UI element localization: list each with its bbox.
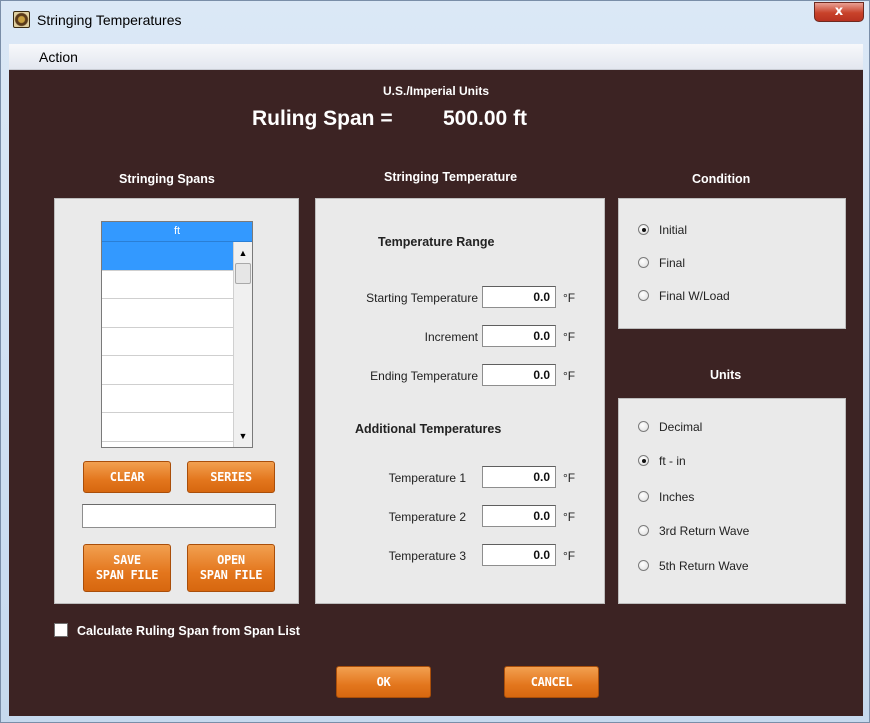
additional-temperatures-title: Additional Temperatures — [355, 422, 502, 436]
stringing-spans-title: Stringing Spans — [119, 172, 215, 186]
temperature-range-title: Temperature Range — [378, 235, 495, 249]
condition-panel: Initial Final Final W/Load — [618, 198, 846, 329]
stringing-temperatures-window: Stringing Temperatures x Action U.S./Imp… — [0, 0, 870, 723]
open-span-file-label-line2: SPAN FILE — [199, 568, 263, 582]
temperature-3-field[interactable]: 0.0 — [482, 544, 556, 566]
condition-title: Condition — [692, 172, 751, 186]
increment-unit: °F — [563, 330, 576, 344]
units-5th-return-wave-label[interactable]: 5th Return Wave — [659, 559, 749, 573]
temperature-1-unit: °F — [563, 471, 576, 485]
condition-final-label[interactable]: Final — [659, 256, 685, 270]
save-span-file-label-line2: SPAN FILE — [95, 568, 159, 582]
units-3rd-return-wave-label[interactable]: 3rd Return Wave — [659, 524, 749, 538]
list-item[interactable] — [102, 413, 233, 442]
temperature-3-label: Temperature 3 — [388, 549, 466, 563]
close-button[interactable]: x — [814, 2, 864, 22]
units-panel: Decimal ft - in Inches 3rd Return Wave 5… — [618, 398, 846, 604]
ending-temperature-field[interactable]: 0.0 — [482, 364, 556, 386]
temperature-1-label: Temperature 1 — [388, 471, 466, 485]
units-ft-in-label[interactable]: ft - in — [659, 454, 686, 468]
list-item[interactable] — [102, 270, 233, 299]
save-span-file-button[interactable]: SAVE SPAN FILE — [83, 544, 171, 592]
temperature-3-unit: °F — [563, 549, 576, 563]
stringing-temperature-panel: Temperature Range Starting Temperature 0… — [315, 198, 605, 604]
condition-final-radio[interactable] — [638, 257, 649, 268]
units-3rd-return-wave-radio[interactable] — [638, 525, 649, 536]
menu-action[interactable]: Action — [39, 49, 78, 65]
calculate-ruling-span-label[interactable]: Calculate Ruling Span from Span List — [77, 624, 300, 638]
stringing-spans-panel: ft ▲ ▼ CLEAR SERIES SAVE SPAN FILE OPEN … — [54, 198, 299, 604]
units-title: Units — [710, 368, 742, 382]
clear-button[interactable]: CLEAR — [83, 461, 171, 493]
scroll-thumb[interactable] — [235, 263, 251, 284]
cancel-button[interactable]: CANCEL — [504, 666, 599, 698]
list-item[interactable] — [102, 384, 233, 413]
units-5th-return-wave-radio[interactable] — [638, 560, 649, 571]
stringing-temperature-title: Stringing Temperature — [384, 170, 518, 184]
calculate-ruling-span-checkbox[interactable] — [54, 623, 68, 637]
temperature-1-field[interactable]: 0.0 — [482, 466, 556, 488]
increment-field[interactable]: 0.0 — [482, 325, 556, 347]
starting-temperature-label: Starting Temperature — [366, 291, 478, 305]
open-span-file-button[interactable]: OPEN SPAN FILE — [187, 544, 275, 592]
dialog-body: Action U.S./Imperial Units Ruling Span =… — [9, 44, 863, 716]
units-inches-radio[interactable] — [638, 491, 649, 502]
menu-bar: Action — [9, 44, 863, 70]
ending-temperature-unit: °F — [563, 369, 576, 383]
temperature-2-field[interactable]: 0.0 — [482, 505, 556, 527]
units-ft-in-radio[interactable] — [638, 455, 649, 466]
condition-initial-radio[interactable] — [638, 224, 649, 235]
temperature-2-unit: °F — [563, 510, 576, 524]
span-entry-input[interactable] — [82, 504, 276, 528]
arrow-down-icon[interactable]: ▼ — [234, 427, 252, 445]
span-list[interactable]: ft ▲ ▼ — [101, 221, 253, 448]
window-title: Stringing Temperatures — [37, 12, 182, 28]
condition-final-wload-label[interactable]: Final W/Load — [659, 289, 730, 303]
units-decimal-label[interactable]: Decimal — [659, 420, 702, 434]
ok-button[interactable]: OK — [336, 666, 431, 698]
starting-temperature-field[interactable]: 0.0 — [482, 286, 556, 308]
arrow-up-icon[interactable]: ▲ — [234, 244, 252, 262]
open-span-file-label-line1: OPEN — [217, 553, 245, 567]
series-button[interactable]: SERIES — [187, 461, 275, 493]
title-bar[interactable]: Stringing Temperatures x — [1, 1, 869, 37]
list-item[interactable] — [102, 299, 233, 328]
list-item[interactable] — [102, 327, 233, 356]
units-system-label: U.S./Imperial Units — [382, 84, 490, 98]
units-decimal-radio[interactable] — [638, 421, 649, 432]
ending-temperature-label: Ending Temperature — [370, 369, 478, 383]
ruling-span-label: Ruling Span = — [252, 107, 393, 130]
span-list-scrollbar[interactable]: ▲ ▼ — [233, 242, 252, 447]
ruling-span-value: 500.00 ft — [443, 107, 528, 130]
list-item[interactable] — [102, 242, 233, 271]
app-globe-icon — [13, 11, 30, 28]
condition-final-wload-radio[interactable] — [638, 290, 649, 301]
units-inches-label[interactable]: Inches — [659, 490, 694, 504]
span-list-header[interactable]: ft — [102, 222, 252, 242]
span-list-rows — [102, 242, 233, 442]
increment-label: Increment — [424, 330, 478, 344]
save-span-file-label-line1: SAVE — [113, 553, 141, 567]
temperature-2-label: Temperature 2 — [388, 510, 466, 524]
condition-initial-label[interactable]: Initial — [659, 223, 687, 237]
list-item[interactable] — [102, 356, 233, 385]
starting-temperature-unit: °F — [563, 291, 576, 305]
close-icon: x — [834, 4, 844, 19]
